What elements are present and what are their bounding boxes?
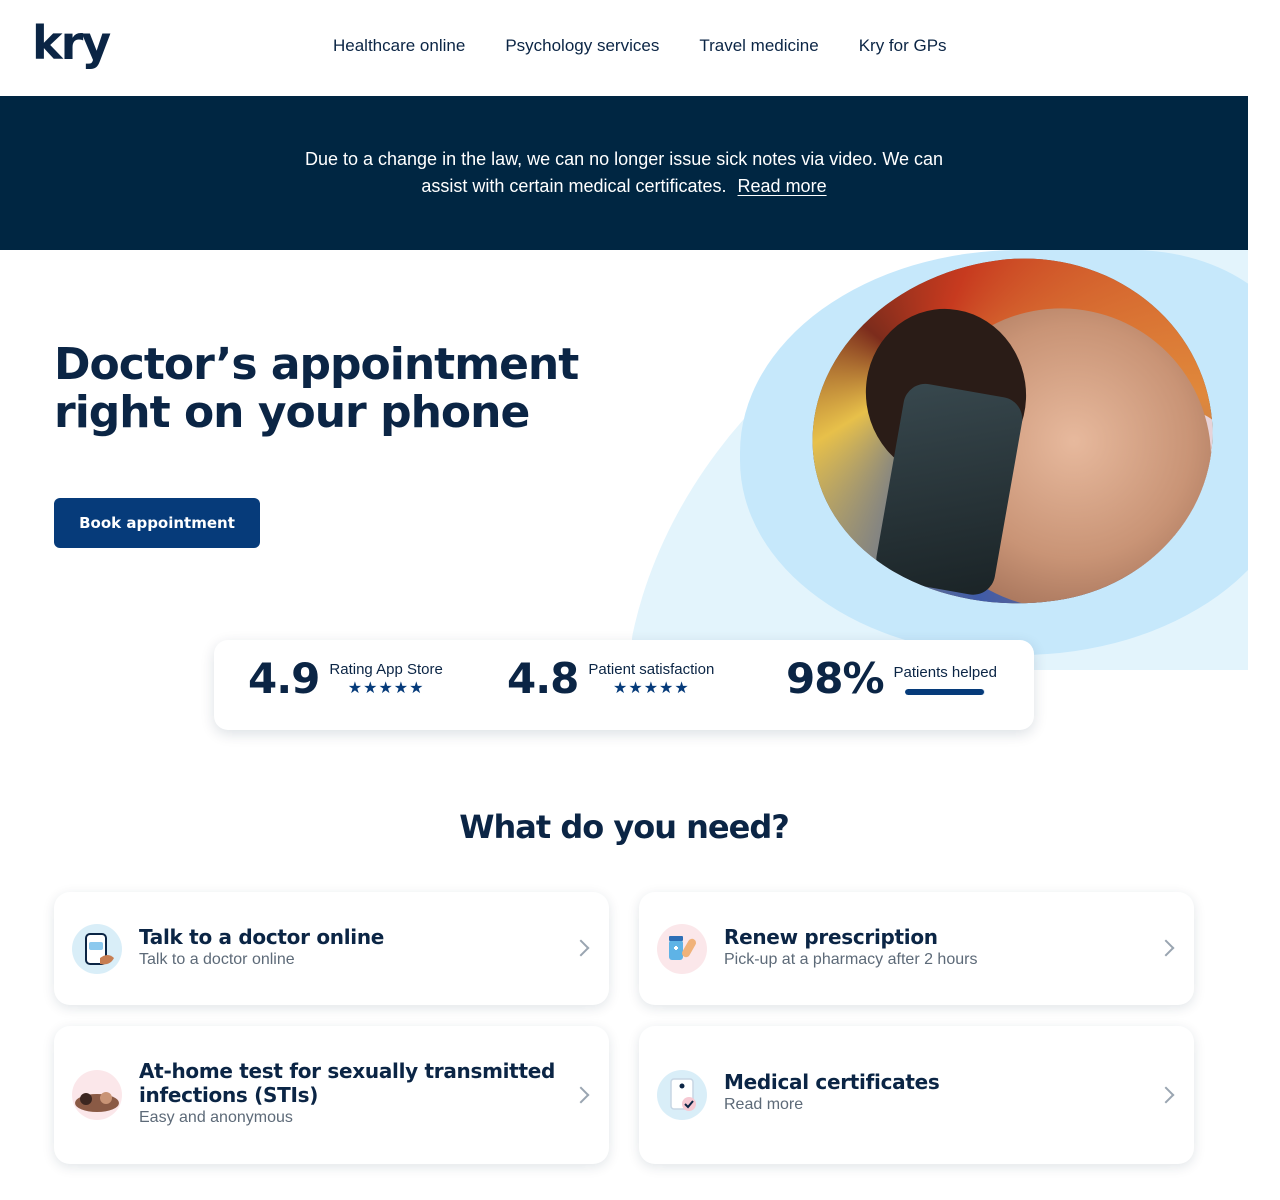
- card-text: At-home test for sexually transmitted in…: [139, 1059, 559, 1127]
- chevron-right-icon: [1157, 939, 1175, 957]
- medicine-icon: [657, 924, 707, 974]
- kry-logo[interactable]: kry: [32, 20, 111, 66]
- chevron-right-icon: [572, 939, 590, 957]
- stat-value: 98%: [786, 654, 885, 703]
- main-nav: Healthcare online Psychology services Tr…: [333, 36, 947, 56]
- card-subtitle: Talk to a doctor online: [139, 951, 295, 968]
- chevron-right-icon: [1157, 1086, 1175, 1104]
- nav-travel-medicine[interactable]: Travel medicine: [699, 36, 818, 56]
- stat-value: 4.8: [507, 654, 579, 703]
- banner-text-block: Due to a change in the law, we can no lo…: [284, 146, 964, 200]
- stat-label: Rating App Store: [329, 661, 443, 678]
- section-title: What do you need?: [459, 808, 790, 846]
- notice-banner: Due to a change in the law, we can no lo…: [0, 96, 1248, 250]
- card-text: Talk to a doctor online Talk to a doctor…: [139, 925, 559, 969]
- need-card-talk-to-doctor[interactable]: Talk to a doctor online Talk to a doctor…: [54, 892, 609, 1005]
- need-card-renew-prescription[interactable]: Renew prescription Pick-up at a pharmacy…: [639, 892, 1194, 1005]
- stats-card: 4.9 Rating App Store ★★★★★ 4.8 Patient s…: [214, 640, 1034, 730]
- star-rating-icon: ★★★★★: [613, 680, 690, 697]
- stat-label: Patients helped: [893, 663, 997, 681]
- progress-bar-fill: [905, 688, 984, 695]
- certificate-icon: [657, 1070, 707, 1120]
- couple-icon: [72, 1070, 122, 1120]
- hero-photo: [789, 233, 1235, 632]
- chevron-right-icon: [572, 1086, 590, 1104]
- banner-read-more-link[interactable]: Read more: [738, 176, 827, 196]
- card-title: Renew prescription: [724, 925, 938, 949]
- card-title: Talk to a doctor online: [139, 925, 385, 949]
- phone-doctor-icon: [72, 924, 122, 974]
- need-card-medical-certificates[interactable]: Medical certificates Read more: [639, 1026, 1194, 1164]
- need-card-sti-test[interactable]: At-home test for sexually transmitted in…: [54, 1026, 609, 1164]
- card-subtitle: Easy and anonymous: [139, 1109, 293, 1126]
- page-gutter: [1248, 0, 1280, 1200]
- card-text: Renew prescription Pick-up at a pharmacy…: [724, 925, 1144, 969]
- patients-helped-progress-bar: [905, 688, 986, 695]
- stat-app-store-rating: 4.9 Rating App Store ★★★★★: [248, 658, 443, 700]
- nav-healthcare-online[interactable]: Healthcare online: [333, 36, 465, 56]
- stat-label: Patient satisfaction: [588, 661, 715, 678]
- card-title: Medical certificates: [724, 1070, 940, 1094]
- card-text: Medical certificates Read more: [724, 1070, 1144, 1114]
- stat-meta: Patient satisfaction ★★★★★: [588, 661, 714, 697]
- stat-patients-helped: 98% Patients helped: [786, 658, 997, 700]
- banner-message: Due to a change in the law, we can no lo…: [304, 149, 944, 196]
- stat-value: 4.9: [248, 654, 320, 703]
- card-title: At-home test for sexually transmitted in…: [139, 1059, 555, 1107]
- stat-patient-satisfaction: 4.8 Patient satisfaction ★★★★★: [507, 658, 714, 700]
- nav-psychology-services[interactable]: Psychology services: [505, 36, 659, 56]
- stat-meta: Patients helped: [894, 664, 997, 695]
- site-header: kry Healthcare online Psychology service…: [0, 0, 1248, 96]
- card-subtitle: Pick-up at a pharmacy after 2 hours: [724, 951, 978, 968]
- star-rating-icon: ★★★★★: [347, 680, 425, 697]
- stat-meta: Rating App Store ★★★★★: [329, 661, 442, 697]
- nav-kry-for-gps[interactable]: Kry for GPs: [859, 36, 947, 56]
- book-appointment-button[interactable]: Book appointment: [54, 498, 260, 548]
- hero-title: Doctor’s appointment right on your phone: [54, 339, 579, 438]
- card-subtitle: Read more: [724, 1096, 804, 1113]
- page: kry Healthcare online Psychology service…: [0, 0, 1248, 1200]
